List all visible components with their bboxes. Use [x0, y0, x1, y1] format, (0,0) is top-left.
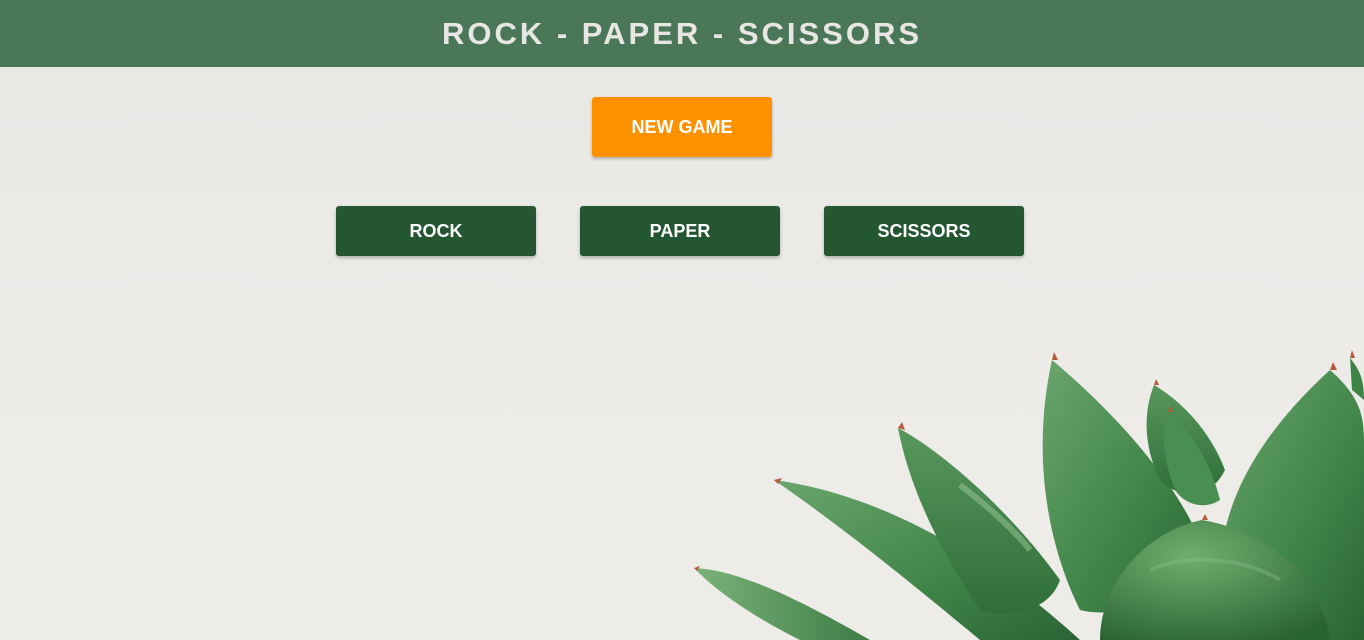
paper-button[interactable]: PAPER [580, 206, 780, 256]
succulent-plant-image [694, 350, 1364, 640]
scissors-button[interactable]: SCISSORS [824, 206, 1024, 256]
page-header: ROCK - PAPER - SCISSORS [0, 0, 1364, 67]
new-game-button[interactable]: NEW GAME [592, 97, 772, 157]
leaf [694, 568, 870, 640]
leaf [1350, 358, 1364, 400]
rock-button[interactable]: ROCK [336, 206, 536, 256]
page-title: ROCK - PAPER - SCISSORS [441, 15, 923, 51]
